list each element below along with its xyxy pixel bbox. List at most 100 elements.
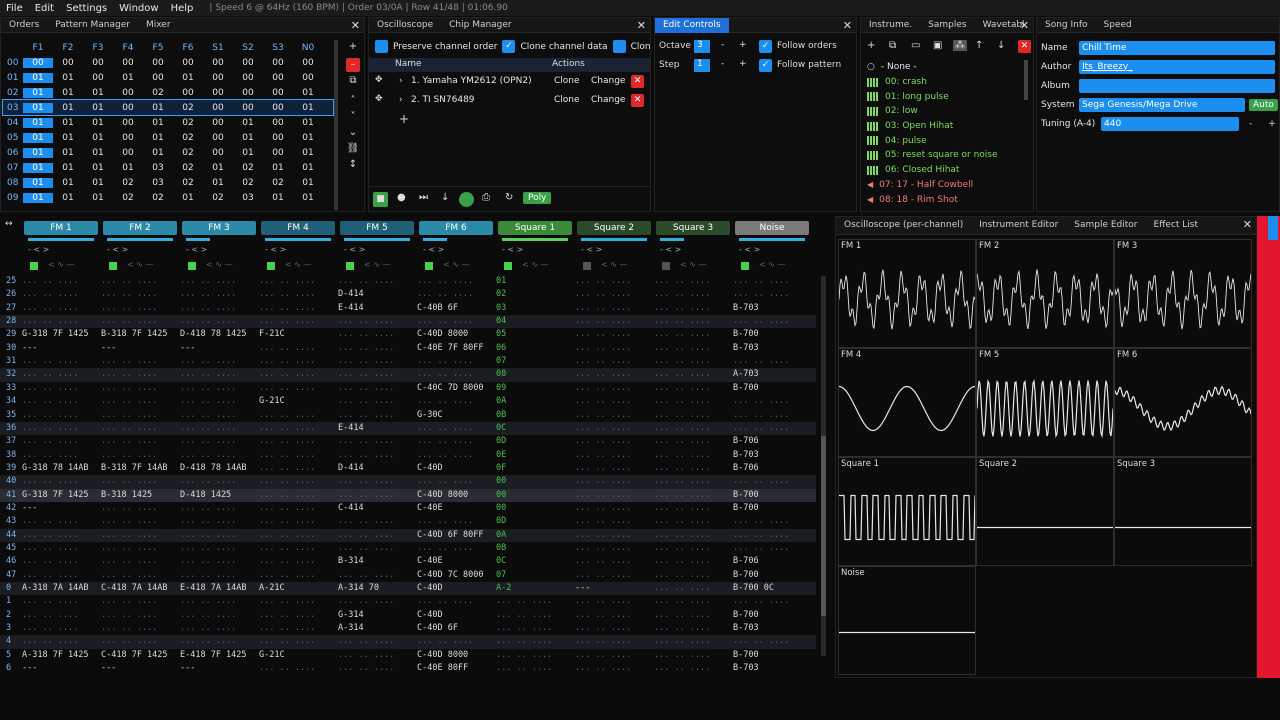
- order-cell[interactable]: 00: [83, 58, 113, 68]
- pattern-cell[interactable]: G-318 7F 1425: [22, 489, 100, 502]
- order-cell[interactable]: 01: [23, 147, 53, 158]
- instrument-item[interactable]: 01: long pulse: [861, 89, 1021, 104]
- play-row-icon[interactable]: ↓: [441, 192, 449, 203]
- tab-pattern-manager[interactable]: Pattern Manager: [47, 18, 138, 33]
- pattern-cell[interactable]: ... .. ....: [733, 542, 811, 555]
- pattern-cell[interactable]: 03: [496, 302, 574, 315]
- pattern-cell[interactable]: B-703: [733, 449, 811, 462]
- pattern-row[interactable]: 37... .. ....... .. ....... .. ....... .…: [0, 435, 816, 448]
- pattern-cell[interactable]: ... .. ....: [417, 515, 495, 528]
- tab-samples[interactable]: Samples: [920, 18, 974, 33]
- channel-controls-icon[interactable]: - < >: [502, 245, 523, 254]
- pattern-row[interactable]: 4... .. ....... .. ....... .. ....... ..…: [0, 635, 816, 649]
- pattern-row[interactable]: 1... .. ....... .. ....... .. ....... ..…: [0, 595, 816, 608]
- pattern-cell[interactable]: C-40B 6F: [417, 302, 495, 315]
- sort-icon[interactable]: ↕: [346, 158, 360, 172]
- pattern-cell[interactable]: ... .. ....: [496, 609, 574, 622]
- pattern-cell[interactable]: ... .. ....: [654, 328, 732, 341]
- stop-icon[interactable]: ■: [373, 192, 388, 207]
- step-decrement[interactable]: -: [721, 59, 724, 69]
- pattern-cell[interactable]: ... .. ....: [101, 422, 179, 435]
- pattern-cell[interactable]: ... .. ....: [180, 569, 258, 582]
- pattern-cell[interactable]: 0B: [496, 542, 574, 555]
- octave-decrement[interactable]: -: [721, 40, 724, 50]
- pattern-cell[interactable]: ... .. ....: [259, 609, 337, 622]
- pattern-cell[interactable]: ... .. ....: [417, 275, 495, 288]
- pattern-cell[interactable]: ... .. ....: [259, 275, 337, 288]
- close-icon[interactable]: ✕: [1020, 19, 1029, 32]
- order-cell[interactable]: 02: [203, 193, 233, 203]
- order-cell[interactable]: 01: [293, 148, 323, 158]
- order-cell[interactable]: 00: [233, 58, 263, 68]
- channel-header[interactable]: Square 3: [656, 221, 730, 235]
- pattern-cell[interactable]: D-414: [338, 462, 416, 475]
- channel-header[interactable]: FM 5: [340, 221, 414, 235]
- pattern-row[interactable]: 40... .. ....... .. ....... .. ....... .…: [0, 475, 816, 489]
- expand-icon[interactable]: ›: [399, 95, 403, 105]
- channel-toggle-icon[interactable]: [583, 262, 591, 270]
- open-icon[interactable]: ▭: [911, 40, 920, 51]
- order-cell[interactable]: 01: [83, 193, 113, 203]
- lock-icon[interactable]: ⎙: [482, 192, 490, 203]
- pattern-cell[interactable]: ... .. ....: [733, 409, 811, 422]
- pattern-cell[interactable]: ... .. ....: [654, 502, 732, 515]
- menu-help[interactable]: Help: [171, 3, 194, 14]
- step-increment[interactable]: +: [739, 59, 747, 69]
- pattern-cell[interactable]: ... .. ....: [259, 355, 337, 368]
- channel-mode-icon[interactable]: < ∿ —: [48, 260, 75, 269]
- tab-mixer[interactable]: Mixer: [138, 18, 179, 33]
- order-cell[interactable]: 00: [263, 88, 293, 98]
- order-cell[interactable]: 01: [53, 178, 83, 188]
- pattern-cell[interactable]: A-314: [338, 622, 416, 635]
- pattern-cell[interactable]: E-414: [338, 422, 416, 435]
- pattern-cell[interactable]: ... .. ....: [654, 649, 732, 662]
- pattern-cell[interactable]: D-418 78 14AB: [180, 462, 258, 475]
- order-cell[interactable]: 00: [263, 103, 293, 113]
- channel-controls-icon[interactable]: - < >: [660, 245, 681, 254]
- pattern-cell[interactable]: ... .. ....: [654, 529, 732, 542]
- pattern-cell[interactable]: ... .. ....: [654, 288, 732, 301]
- pattern-cell[interactable]: ... .. ....: [575, 529, 653, 542]
- tab-song-info[interactable]: Song Info: [1037, 18, 1096, 33]
- drag-handle-icon[interactable]: ✥: [375, 75, 383, 85]
- pattern-cell[interactable]: ... .. ....: [417, 395, 495, 408]
- pattern-cell[interactable]: B-314: [338, 555, 416, 568]
- pattern-row[interactable]: 46... .. ....... .. ....... .. ....... .…: [0, 555, 816, 568]
- pattern-row[interactable]: 36... .. ....... .. ....... .. ....... .…: [0, 421, 816, 436]
- order-cell[interactable]: 00: [83, 73, 113, 83]
- pattern-cell[interactable]: ... .. ....: [22, 355, 100, 368]
- pattern-cell[interactable]: ... .. ....: [575, 635, 653, 648]
- pattern-cell[interactable]: ... .. ....: [417, 288, 495, 301]
- options-icon[interactable]: ⁂: [953, 40, 967, 51]
- order-cell[interactable]: 01: [23, 72, 53, 83]
- add-icon[interactable]: +: [867, 40, 875, 51]
- pattern-cell[interactable]: ... .. ....: [259, 595, 337, 608]
- order-cell[interactable]: 03: [143, 163, 173, 173]
- order-cell[interactable]: 01: [293, 133, 323, 143]
- order-cell[interactable]: 01: [53, 88, 83, 98]
- pattern-cell[interactable]: ... .. ....: [22, 275, 100, 288]
- pattern-cell[interactable]: ... .. ....: [22, 449, 100, 462]
- tab-chip-manager[interactable]: Chip Manager: [441, 18, 520, 33]
- pattern-cell[interactable]: ... .. ....: [733, 395, 811, 408]
- order-cell[interactable]: 02: [143, 88, 173, 98]
- pattern-cell[interactable]: B-700: [733, 502, 811, 515]
- pattern-cell[interactable]: B-700: [733, 569, 811, 582]
- order-cell[interactable]: 01: [53, 148, 83, 158]
- pattern-cell[interactable]: B-318 1425: [101, 489, 179, 502]
- pattern-cell[interactable]: ... .. ....: [101, 355, 179, 368]
- order-row[interactable]: 04 01 01 01 00 01 02 00 01 00 01: [3, 115, 333, 130]
- order-cell[interactable]: 01: [143, 103, 173, 113]
- pattern-cell[interactable]: ... .. ....: [101, 542, 179, 555]
- pattern-cell[interactable]: ... .. ....: [22, 382, 100, 395]
- pattern-cell[interactable]: C-40E 7F 80FF: [417, 342, 495, 355]
- close-icon[interactable]: ✕: [637, 19, 646, 32]
- pattern-cell[interactable]: ---: [22, 502, 100, 515]
- pattern-cell[interactable]: 06: [496, 342, 574, 355]
- pattern-row[interactable]: 34... .. ....... .. ....... .. .... G-21C…: [0, 395, 816, 408]
- tuning-field[interactable]: 440: [1101, 116, 1239, 131]
- order-row[interactable]: 08 01 01 01 02 03 02 01 02 02 01: [3, 175, 333, 190]
- order-cell[interactable]: 01: [173, 73, 203, 83]
- pattern-cell[interactable]: ... .. ....: [338, 595, 416, 608]
- order-cell[interactable]: 00: [113, 58, 143, 68]
